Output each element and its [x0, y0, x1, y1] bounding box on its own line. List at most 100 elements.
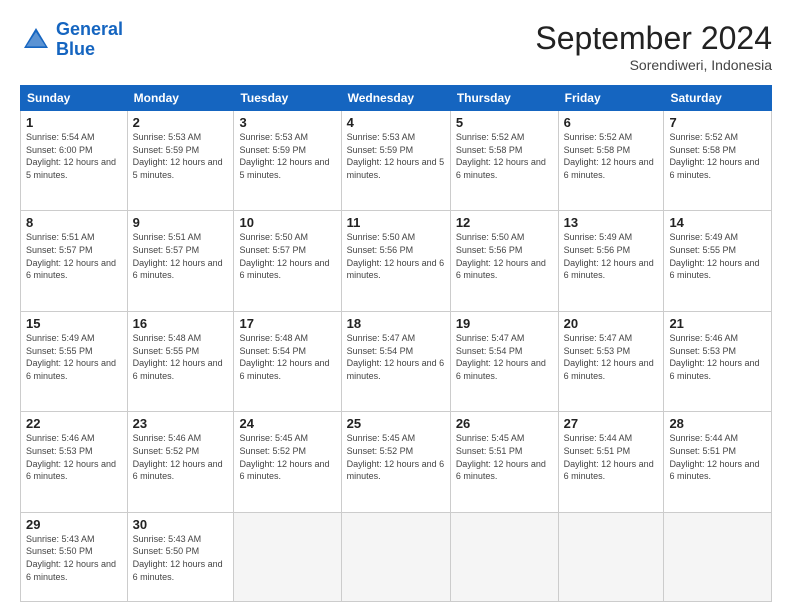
- day-number: 19: [456, 316, 553, 331]
- calendar-header-row: Sunday Monday Tuesday Wednesday Thursday…: [21, 86, 772, 111]
- calendar-cell: 1 Sunrise: 5:54 AM Sunset: 6:00 PM Dayli…: [21, 111, 128, 211]
- day-detail: Sunrise: 5:49 AM Sunset: 5:56 PM Dayligh…: [564, 231, 659, 281]
- calendar-cell: 7 Sunrise: 5:52 AM Sunset: 5:58 PM Dayli…: [664, 111, 772, 211]
- calendar-cell: 13 Sunrise: 5:49 AM Sunset: 5:56 PM Dayl…: [558, 211, 664, 311]
- day-detail: Sunrise: 5:44 AM Sunset: 5:51 PM Dayligh…: [669, 432, 766, 482]
- day-number: 22: [26, 416, 122, 431]
- calendar-cell: 9 Sunrise: 5:51 AM Sunset: 5:57 PM Dayli…: [127, 211, 234, 311]
- calendar-cell: 5 Sunrise: 5:52 AM Sunset: 5:58 PM Dayli…: [450, 111, 558, 211]
- header-saturday: Saturday: [664, 86, 772, 111]
- calendar-cell: 8 Sunrise: 5:51 AM Sunset: 5:57 PM Dayli…: [21, 211, 128, 311]
- calendar-cell: 14 Sunrise: 5:49 AM Sunset: 5:55 PM Dayl…: [664, 211, 772, 311]
- calendar-cell: 3 Sunrise: 5:53 AM Sunset: 5:59 PM Dayli…: [234, 111, 341, 211]
- header: General Blue September 2024 Sorendiweri,…: [20, 20, 772, 73]
- day-number: 3: [239, 115, 335, 130]
- day-detail: Sunrise: 5:52 AM Sunset: 5:58 PM Dayligh…: [564, 131, 659, 181]
- day-number: 15: [26, 316, 122, 331]
- day-number: 14: [669, 215, 766, 230]
- day-detail: Sunrise: 5:46 AM Sunset: 5:52 PM Dayligh…: [133, 432, 229, 482]
- day-number: 25: [347, 416, 445, 431]
- day-number: 10: [239, 215, 335, 230]
- calendar-cell: 24 Sunrise: 5:45 AM Sunset: 5:52 PM Dayl…: [234, 412, 341, 512]
- header-tuesday: Tuesday: [234, 86, 341, 111]
- day-detail: Sunrise: 5:51 AM Sunset: 5:57 PM Dayligh…: [26, 231, 122, 281]
- day-detail: Sunrise: 5:53 AM Sunset: 5:59 PM Dayligh…: [239, 131, 335, 181]
- calendar-cell: 26 Sunrise: 5:45 AM Sunset: 5:51 PM Dayl…: [450, 412, 558, 512]
- day-number: 5: [456, 115, 553, 130]
- calendar-cell: 25 Sunrise: 5:45 AM Sunset: 5:52 PM Dayl…: [341, 412, 450, 512]
- day-number: 12: [456, 215, 553, 230]
- day-number: 26: [456, 416, 553, 431]
- day-number: 24: [239, 416, 335, 431]
- calendar-cell: 27 Sunrise: 5:44 AM Sunset: 5:51 PM Dayl…: [558, 412, 664, 512]
- header-friday: Friday: [558, 86, 664, 111]
- day-number: 8: [26, 215, 122, 230]
- day-detail: Sunrise: 5:47 AM Sunset: 5:53 PM Dayligh…: [564, 332, 659, 382]
- day-detail: Sunrise: 5:46 AM Sunset: 5:53 PM Dayligh…: [26, 432, 122, 482]
- location: Sorendiweri, Indonesia: [535, 57, 772, 73]
- day-number: 20: [564, 316, 659, 331]
- day-detail: Sunrise: 5:47 AM Sunset: 5:54 PM Dayligh…: [456, 332, 553, 382]
- day-number: 29: [26, 517, 122, 532]
- day-detail: Sunrise: 5:43 AM Sunset: 5:50 PM Dayligh…: [133, 533, 229, 583]
- day-number: 16: [133, 316, 229, 331]
- day-detail: Sunrise: 5:50 AM Sunset: 5:57 PM Dayligh…: [239, 231, 335, 281]
- calendar-week-1: 8 Sunrise: 5:51 AM Sunset: 5:57 PM Dayli…: [21, 211, 772, 311]
- calendar-cell: [664, 512, 772, 601]
- calendar-table: Sunday Monday Tuesday Wednesday Thursday…: [20, 85, 772, 602]
- calendar-cell: 6 Sunrise: 5:52 AM Sunset: 5:58 PM Dayli…: [558, 111, 664, 211]
- day-number: 4: [347, 115, 445, 130]
- day-detail: Sunrise: 5:45 AM Sunset: 5:52 PM Dayligh…: [347, 432, 445, 482]
- calendar-cell: [234, 512, 341, 601]
- calendar-cell: 19 Sunrise: 5:47 AM Sunset: 5:54 PM Dayl…: [450, 311, 558, 411]
- logo: General Blue: [20, 20, 123, 60]
- calendar-cell: 15 Sunrise: 5:49 AM Sunset: 5:55 PM Dayl…: [21, 311, 128, 411]
- day-number: 30: [133, 517, 229, 532]
- day-number: 27: [564, 416, 659, 431]
- header-thursday: Thursday: [450, 86, 558, 111]
- header-monday: Monday: [127, 86, 234, 111]
- day-number: 9: [133, 215, 229, 230]
- day-number: 11: [347, 215, 445, 230]
- day-detail: Sunrise: 5:51 AM Sunset: 5:57 PM Dayligh…: [133, 231, 229, 281]
- calendar-cell: 20 Sunrise: 5:47 AM Sunset: 5:53 PM Dayl…: [558, 311, 664, 411]
- calendar-cell: 17 Sunrise: 5:48 AM Sunset: 5:54 PM Dayl…: [234, 311, 341, 411]
- month-year: September 2024: [535, 20, 772, 57]
- calendar-cell: 28 Sunrise: 5:44 AM Sunset: 5:51 PM Dayl…: [664, 412, 772, 512]
- calendar-cell: 22 Sunrise: 5:46 AM Sunset: 5:53 PM Dayl…: [21, 412, 128, 512]
- day-detail: Sunrise: 5:50 AM Sunset: 5:56 PM Dayligh…: [456, 231, 553, 281]
- day-number: 23: [133, 416, 229, 431]
- day-number: 2: [133, 115, 229, 130]
- day-detail: Sunrise: 5:48 AM Sunset: 5:54 PM Dayligh…: [239, 332, 335, 382]
- logo-icon: [20, 24, 52, 56]
- calendar-week-3: 22 Sunrise: 5:46 AM Sunset: 5:53 PM Dayl…: [21, 412, 772, 512]
- day-number: 6: [564, 115, 659, 130]
- day-detail: Sunrise: 5:49 AM Sunset: 5:55 PM Dayligh…: [669, 231, 766, 281]
- day-detail: Sunrise: 5:43 AM Sunset: 5:50 PM Dayligh…: [26, 533, 122, 583]
- calendar-week-4: 29 Sunrise: 5:43 AM Sunset: 5:50 PM Dayl…: [21, 512, 772, 601]
- calendar-body: 1 Sunrise: 5:54 AM Sunset: 6:00 PM Dayli…: [21, 111, 772, 602]
- day-number: 28: [669, 416, 766, 431]
- calendar-week-0: 1 Sunrise: 5:54 AM Sunset: 6:00 PM Dayli…: [21, 111, 772, 211]
- logo-line1: General: [56, 19, 123, 39]
- day-detail: Sunrise: 5:49 AM Sunset: 5:55 PM Dayligh…: [26, 332, 122, 382]
- logo-line2: Blue: [56, 39, 95, 59]
- calendar-cell: 11 Sunrise: 5:50 AM Sunset: 5:56 PM Dayl…: [341, 211, 450, 311]
- day-number: 21: [669, 316, 766, 331]
- day-detail: Sunrise: 5:45 AM Sunset: 5:52 PM Dayligh…: [239, 432, 335, 482]
- calendar-cell: 21 Sunrise: 5:46 AM Sunset: 5:53 PM Dayl…: [664, 311, 772, 411]
- day-detail: Sunrise: 5:52 AM Sunset: 5:58 PM Dayligh…: [669, 131, 766, 181]
- calendar-cell: 29 Sunrise: 5:43 AM Sunset: 5:50 PM Dayl…: [21, 512, 128, 601]
- calendar-week-2: 15 Sunrise: 5:49 AM Sunset: 5:55 PM Dayl…: [21, 311, 772, 411]
- day-number: 18: [347, 316, 445, 331]
- header-sunday: Sunday: [21, 86, 128, 111]
- day-detail: Sunrise: 5:53 AM Sunset: 5:59 PM Dayligh…: [347, 131, 445, 181]
- day-detail: Sunrise: 5:47 AM Sunset: 5:54 PM Dayligh…: [347, 332, 445, 382]
- logo-text: General Blue: [56, 20, 123, 60]
- day-detail: Sunrise: 5:48 AM Sunset: 5:55 PM Dayligh…: [133, 332, 229, 382]
- day-number: 7: [669, 115, 766, 130]
- day-detail: Sunrise: 5:52 AM Sunset: 5:58 PM Dayligh…: [456, 131, 553, 181]
- calendar-cell: 16 Sunrise: 5:48 AM Sunset: 5:55 PM Dayl…: [127, 311, 234, 411]
- day-detail: Sunrise: 5:50 AM Sunset: 5:56 PM Dayligh…: [347, 231, 445, 281]
- calendar-cell: [341, 512, 450, 601]
